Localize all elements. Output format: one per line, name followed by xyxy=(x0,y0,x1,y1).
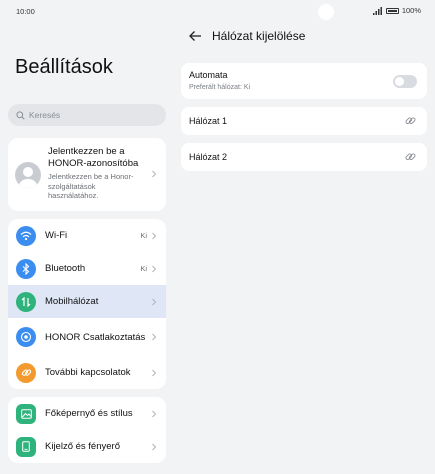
page-title: Beállítások xyxy=(15,56,113,78)
link-icon xyxy=(16,362,36,383)
detail-header: Hálózat kijelölése xyxy=(188,29,305,43)
search-placeholder: Keresés xyxy=(29,110,61,120)
settings-pane: Beállítások Keresés Jelentkezzen be a HO… xyxy=(0,0,174,474)
network-row-2[interactable]: Hálózat 2 xyxy=(181,143,427,171)
wifi-status: Ki xyxy=(140,231,147,240)
search-icon xyxy=(16,110,25,120)
sidebar-item-label: Wi-Fi xyxy=(45,230,68,241)
connectivity-group: Wi-Fi Ki Bluetooth Ki Mobilhálózat HONOR… xyxy=(8,219,166,389)
search-input[interactable]: Keresés xyxy=(8,104,166,126)
chevron-right-icon xyxy=(152,232,157,239)
sidebar-item-label: Főképernyő és stílus xyxy=(45,408,133,419)
sidebar-item-label: Mobilhálózat xyxy=(45,296,99,307)
chevron-right-icon xyxy=(152,443,157,450)
automatic-subtitle: Preferált hálózat: Ki xyxy=(189,84,251,91)
sidebar-item-more-connections[interactable]: További kapcsolatok xyxy=(8,356,166,389)
account-card[interactable]: Jelentkezzen be a HONOR-azonosítóba Jele… xyxy=(8,138,166,211)
network-label: Hálózat 1 xyxy=(189,116,228,126)
sidebar-item-label: HONOR Csatlakoztatás xyxy=(45,331,146,343)
sidebar-item-honor-connect[interactable]: HONOR Csatlakoztatás xyxy=(8,318,166,356)
sidebar-item-wifi[interactable]: Wi-Fi Ki xyxy=(8,219,166,252)
mobile-data-icon xyxy=(16,291,36,312)
display-group: Főképernyő és stílus Kijelző és fényerő xyxy=(8,397,166,463)
bluetooth-icon xyxy=(16,258,36,279)
network-link-icon xyxy=(405,117,416,124)
display-icon xyxy=(16,436,36,457)
sidebar-item-mobile-network[interactable]: Mobilhálózat xyxy=(8,285,166,318)
automatic-label: Automata xyxy=(189,70,228,80)
chevron-right-icon xyxy=(152,265,157,272)
sidebar-item-home-screen[interactable]: Főképernyő és stílus xyxy=(8,397,166,430)
sidebar-item-label: További kapcsolatok xyxy=(45,367,131,378)
automatic-toggle[interactable] xyxy=(393,75,417,88)
network-selection-pane: Hálózat kijelölése Automata Preferált há… xyxy=(174,0,435,474)
honor-connect-icon xyxy=(16,327,36,347)
chevron-right-icon xyxy=(152,170,157,178)
network-link-icon xyxy=(405,153,416,160)
toggle-knob xyxy=(395,77,404,86)
network-label: Hálózat 2 xyxy=(189,152,228,162)
sidebar-item-bluetooth[interactable]: Bluetooth Ki xyxy=(8,252,166,285)
sidebar-item-label: Kijelző és fényerő xyxy=(45,441,120,452)
account-title: Jelentkezzen be a HONOR-azonosítóba xyxy=(48,146,139,169)
chevron-right-icon xyxy=(152,369,157,376)
bluetooth-status: Ki xyxy=(140,264,147,273)
detail-title: Hálózat kijelölése xyxy=(212,29,306,43)
avatar xyxy=(15,162,41,188)
sidebar-item-label: Bluetooth xyxy=(45,263,86,274)
sidebar-item-display[interactable]: Kijelző és fényerő xyxy=(8,430,166,463)
account-subtitle: Jelentkezzen be a Honor-szolgáltatások h… xyxy=(48,172,134,200)
wallpaper-icon xyxy=(16,403,36,424)
chevron-right-icon xyxy=(152,410,157,417)
chevron-right-icon xyxy=(152,333,157,341)
back-arrow-icon[interactable] xyxy=(188,29,202,43)
chevron-right-icon xyxy=(152,298,157,305)
network-row-1[interactable]: Hálózat 1 xyxy=(181,107,427,135)
wifi-icon xyxy=(16,225,36,246)
automatic-network-row: Automata Preferált hálózat: Ki xyxy=(181,63,427,99)
